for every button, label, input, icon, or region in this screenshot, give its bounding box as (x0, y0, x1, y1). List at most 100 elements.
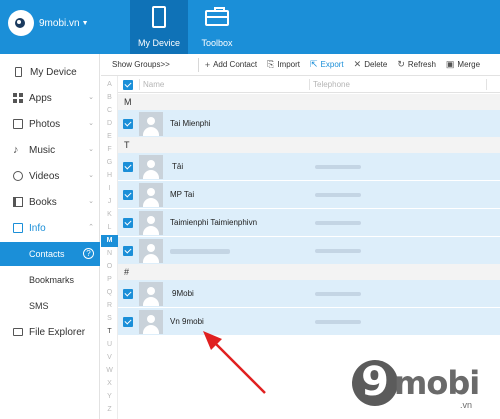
row-checkbox[interactable] (123, 289, 133, 299)
alphabet-letter-l[interactable]: L (101, 222, 118, 234)
select-all-checkbox[interactable] (123, 80, 133, 90)
row-checkbox[interactable] (123, 317, 133, 327)
refresh-button[interactable]: ↻ Refresh (397, 59, 436, 70)
account-menu[interactable]: 9mobi.vn ▼ (8, 10, 89, 36)
videos-icon (13, 171, 23, 181)
button-label: Delete (364, 60, 388, 69)
toolbox-icon (205, 7, 229, 26)
alphabet-letter-a[interactable]: A (101, 79, 118, 91)
contact-name: Taimienphi Taimienphivn (170, 218, 258, 227)
sidebar-item-music[interactable]: ♪ Music ⌄ (0, 139, 100, 161)
toolbar-divider (197, 57, 199, 72)
contacts-toolbar: Show Groups>> + Add Contact ⎘ Import ⇱ E… (101, 54, 500, 76)
sidebar-item-info[interactable]: Info ⌃ (0, 217, 100, 239)
redacted-phone (315, 221, 361, 225)
contact-name: Vn 9mobi (170, 317, 204, 326)
alphabet-letter-m[interactable]: M (101, 235, 118, 247)
row-checkbox[interactable] (123, 190, 133, 200)
alphabet-letter-b[interactable]: B (101, 92, 118, 104)
contact-row[interactable] (118, 237, 500, 265)
avatar (139, 112, 163, 136)
sidebar-item-photos[interactable]: Photos ⌄ (0, 113, 100, 135)
sidebar-item-label: Photos (29, 118, 61, 130)
tab-toolbox[interactable]: Toolbox (188, 0, 246, 54)
tab-my-device[interactable]: My Device (130, 0, 188, 54)
alphabet-letter-s[interactable]: S (101, 313, 118, 325)
contact-row[interactable]: Vn 9mobi (118, 308, 500, 336)
alphabet-letter-g[interactable]: G (101, 157, 118, 169)
row-checkbox[interactable] (123, 162, 133, 172)
sidebar-item-books[interactable]: Books ⌄ (0, 191, 100, 213)
button-label: Import (277, 60, 300, 69)
contact-name: Tai Mienphi (170, 119, 211, 128)
avatar (139, 183, 163, 207)
contact-name: MP Tai (170, 190, 195, 199)
alphabet-letter-n[interactable]: N (101, 248, 118, 260)
alphabet-letter-h[interactable]: H (101, 170, 118, 182)
alphabet-letter-x[interactable]: X (101, 378, 118, 390)
top-bar: 9mobi.vn ▼ My Device Toolbox (0, 0, 500, 54)
row-checkbox[interactable] (123, 218, 133, 228)
contact-row[interactable]: MP Tai (118, 181, 500, 209)
avatar (139, 211, 163, 235)
sidebar: My Device Apps ⌄ Photos ⌄ ♪ Music ⌄ Vide… (0, 54, 100, 419)
alphabet-letter-t[interactable]: T (101, 326, 118, 338)
sidebar-item-videos[interactable]: Videos ⌄ (0, 165, 100, 187)
sidebar-item-sms[interactable]: SMS (0, 294, 100, 318)
sidebar-item-apps[interactable]: Apps ⌄ (0, 87, 100, 109)
alphabet-letter-v[interactable]: V (101, 352, 118, 364)
sidebar-item-label: Music (29, 144, 56, 156)
import-icon: ⎘ (267, 59, 275, 69)
alphabet-letter-y[interactable]: Y (101, 391, 118, 403)
sidebar-item-bookmarks[interactable]: Bookmarks (0, 268, 100, 292)
row-checkbox[interactable] (123, 119, 133, 129)
chevron-down-icon: ⌄ (88, 172, 94, 179)
add-contact-button[interactable]: + Add Contact (205, 60, 257, 70)
contact-row[interactable]: Tải (118, 153, 500, 181)
alphabet-letter-o[interactable]: O (101, 261, 118, 273)
avatar (139, 239, 163, 263)
alphabet-letter-z[interactable]: Z (101, 404, 118, 416)
sidebar-item-label: File Explorer (29, 326, 86, 338)
contact-row[interactable]: Tai Mienphi (118, 110, 500, 138)
column-header-name[interactable]: Name (143, 80, 164, 89)
button-label: Merge (457, 60, 481, 69)
contact-row[interactable]: Taimienphi Taimienphivn (118, 209, 500, 237)
alphabet-letter-d[interactable]: D (101, 118, 118, 130)
row-checkbox[interactable] (123, 246, 133, 256)
watermark-domain: .vn (460, 400, 473, 410)
alphabet-letter-w[interactable]: W (101, 365, 118, 377)
merge-button[interactable]: ▣ Merge (446, 59, 480, 70)
alphabet-letter-k[interactable]: K (101, 209, 118, 221)
chevron-down-icon: ⌄ (88, 120, 94, 127)
sidebar-item-file-explorer[interactable]: File Explorer (0, 321, 100, 343)
import-button[interactable]: ⎘ Import (267, 59, 300, 70)
alphabet-letter-i[interactable]: I (101, 183, 118, 195)
button-label: Add Contact (213, 60, 258, 69)
watermark-mark: 9 (352, 360, 398, 406)
sidebar-item-my-device[interactable]: My Device (0, 61, 100, 83)
alphabet-letter-e[interactable]: E (101, 131, 118, 143)
column-divider (309, 79, 310, 90)
alphabet-letter-q[interactable]: Q (101, 287, 118, 299)
alphabet-letter-j[interactable]: J (101, 196, 118, 208)
alphabet-letter-r[interactable]: R (101, 300, 118, 312)
alphabet-letter-c[interactable]: C (101, 105, 118, 117)
sidebar-item-label: Bookmarks (29, 275, 75, 285)
app-logo-icon (8, 10, 34, 36)
chevron-down-icon: ⌄ (88, 198, 94, 205)
caret-down-icon: ▼ (81, 19, 89, 27)
show-groups-button[interactable]: Show Groups>> (112, 60, 170, 69)
column-header-telephone[interactable]: Telephone (313, 80, 350, 89)
alphabet-letter-p[interactable]: P (101, 274, 118, 286)
help-icon[interactable]: ? (83, 248, 94, 259)
export-button[interactable]: ⇱ Export (310, 59, 344, 70)
alphabet-letter-f[interactable]: F (101, 144, 118, 156)
merge-icon: ▣ (445, 59, 455, 69)
column-divider (139, 79, 140, 90)
delete-button[interactable]: ✕ Delete (354, 59, 388, 70)
contact-row[interactable]: 9Mobi (118, 280, 500, 308)
alphabet-letter-u[interactable]: U (101, 339, 118, 351)
sidebar-item-contacts[interactable]: Contacts ? (0, 242, 100, 266)
delete-icon: ✕ (353, 59, 362, 69)
